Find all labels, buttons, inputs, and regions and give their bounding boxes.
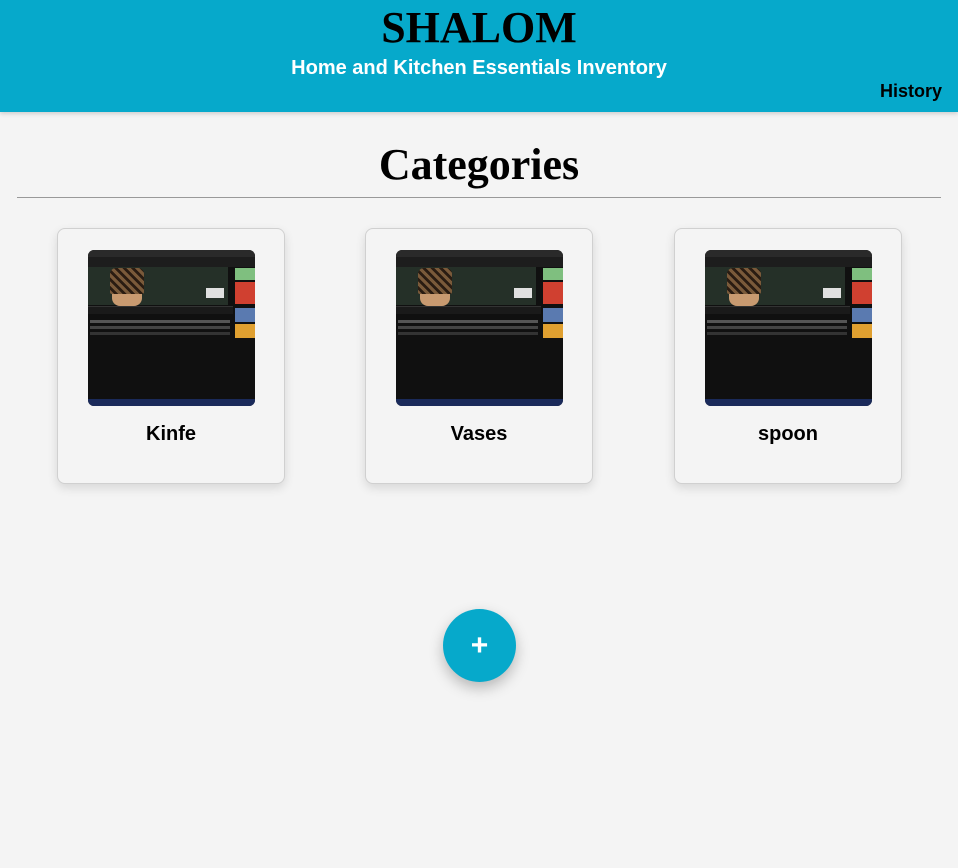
title-divider (17, 197, 941, 198)
page-title: Categories (378, 140, 580, 189)
brand-title: SHALOM (381, 3, 577, 52)
add-category-button[interactable]: + (443, 609, 516, 682)
category-thumbnail (396, 250, 563, 406)
history-link[interactable]: History (880, 80, 942, 102)
category-card-spoon[interactable]: spoon (674, 228, 902, 484)
category-label: Kinfe (146, 423, 196, 445)
category-thumbnail (88, 250, 255, 406)
app-subtitle: Home and Kitchen Essentials Inventory (291, 57, 667, 79)
category-label: Vases (450, 423, 508, 445)
category-card-kinfe[interactable]: Kinfe (57, 228, 285, 484)
category-card-vases[interactable]: Vases (365, 228, 593, 484)
category-label: spoon (758, 423, 818, 445)
category-thumbnail (705, 250, 872, 406)
app-header: SHALOM Home and Kitchen Essentials Inven… (0, 0, 958, 112)
